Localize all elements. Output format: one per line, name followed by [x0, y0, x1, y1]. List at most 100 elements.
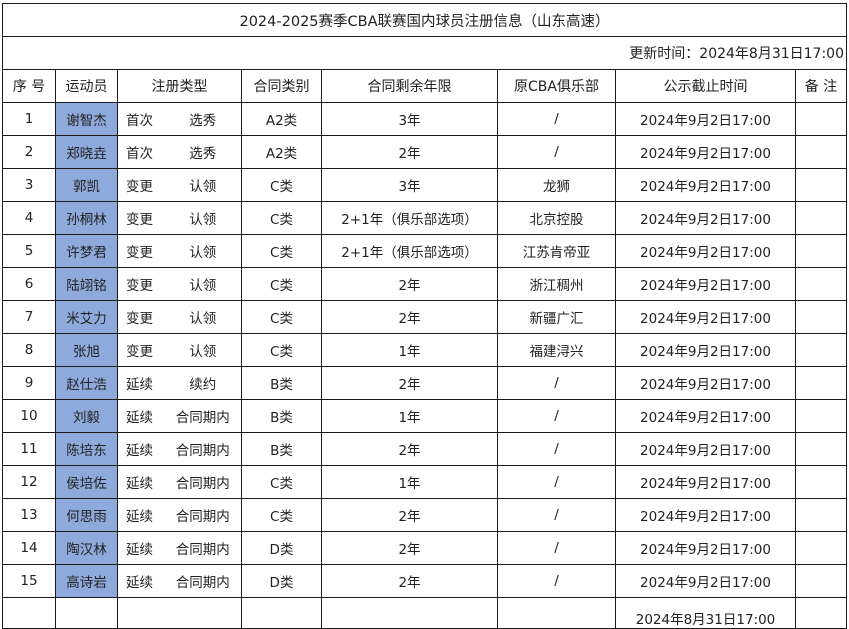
cell-deadline: 2024年8月31日17:00	[615, 597, 796, 629]
cell-reg-subtype: 认领	[164, 168, 242, 202]
cell-reg-subtype: 认领	[164, 333, 242, 367]
cell-index: 14	[2, 531, 56, 565]
cell-deadline: 2024年9月2日17:00	[615, 531, 796, 565]
header-notes: 备 注	[795, 69, 847, 103]
cell-player-name: 郑晓垚	[55, 135, 118, 169]
cell-reg-subtype: 合同期内	[164, 432, 242, 466]
cell-empty	[117, 597, 165, 629]
cell-contract-type: B类	[241, 432, 322, 466]
table-row: 9 赵仕浩 延续 续约 B类 2年/2024年9月2日17:00	[2, 366, 847, 400]
cell-reg-category: 延续	[117, 564, 165, 598]
cell-years-left: 2年	[321, 267, 498, 301]
cell-years-left: 3年	[321, 168, 498, 202]
cell-reg-category: 延续	[117, 432, 165, 466]
cell-contract-type: C类	[241, 267, 322, 301]
cell-reg-category: 首次	[117, 135, 165, 169]
cell-reg-subtype: 选秀	[164, 135, 242, 169]
cell-index: 11	[2, 432, 56, 466]
cell-note	[795, 498, 847, 532]
cell-index: 15	[2, 564, 56, 598]
cell-contract-type: D类	[241, 564, 322, 598]
cell-reg-category: 延续	[117, 366, 165, 400]
cell-index: 6	[2, 267, 56, 301]
cell-reg-subtype: 续约	[164, 366, 242, 400]
header-index: 序 号	[2, 69, 56, 103]
header-reg-type: 注册类型	[117, 69, 242, 103]
header-years-left: 合同剩余年限	[321, 69, 498, 103]
cell-deadline: 2024年9月2日17:00	[615, 366, 796, 400]
cell-index: 10	[2, 399, 56, 433]
cell-empty	[55, 597, 118, 629]
header-contract-type: 合同类别	[241, 69, 322, 103]
cell-reg-subtype: 选秀	[164, 102, 242, 136]
cell-years-left: 1年	[321, 465, 498, 499]
cell-player-name: 陶汉林	[55, 531, 118, 565]
cell-index: 2	[2, 135, 56, 169]
cell-index: 1	[2, 102, 56, 136]
header-row: 序 号 运动员 注册类型 合同类别 合同剩余年限 原CBA俱乐部 公示截止时间 …	[2, 69, 847, 103]
cell-player-name: 米艾力	[55, 300, 118, 334]
cell-years-left: 2年	[321, 300, 498, 334]
cell-years-left: 1年	[321, 333, 498, 367]
cell-index: 4	[2, 201, 56, 235]
cell-reg-category: 变更	[117, 267, 165, 301]
table-row: 8 张旭 变更 认领 C类 1年 福建浔兴 2024年9月2日17:00	[2, 333, 847, 367]
cell-note	[795, 465, 847, 499]
table-row: 14 陶汉林 延续 合同期内 D类 2年/2024年9月2日17:00	[2, 531, 847, 565]
cell-note	[795, 432, 847, 466]
cell-years-left: 2+1年（俱乐部选项）	[321, 234, 498, 268]
cell-player-name: 孙桐林	[55, 201, 118, 235]
table-row: 15 高诗岩 延续 合同期内 D类 2年/2024年9月2日17:00	[2, 564, 847, 598]
cell-former-club: /	[497, 531, 616, 565]
cell-contract-type: C类	[241, 201, 322, 235]
table-row: 12 侯培佐 延续 合同期内 C类 1年/2024年9月2日17:00	[2, 465, 847, 499]
cell-player-name: 陆翊铭	[55, 267, 118, 301]
cell-empty	[2, 597, 56, 629]
cell-note	[795, 399, 847, 433]
cell-empty	[795, 597, 847, 629]
cell-deadline: 2024年9月2日17:00	[615, 135, 796, 169]
cell-empty	[497, 597, 616, 629]
cell-years-left: 1年	[321, 399, 498, 433]
cell-reg-subtype: 合同期内	[164, 531, 242, 565]
table-row: 11 陈培东 延续 合同期内 B类 2年/2024年9月2日17:00	[2, 432, 847, 466]
cell-years-left: 3年	[321, 102, 498, 136]
cell-player-name: 何思雨	[55, 498, 118, 532]
update-time: 更新时间：2024年8月31日17:00	[2, 36, 847, 70]
cell-player-name: 赵仕浩	[55, 366, 118, 400]
cell-years-left: 2年	[321, 135, 498, 169]
cell-note	[795, 531, 847, 565]
cell-contract-type: A2类	[241, 102, 322, 136]
cell-reg-category: 延续	[117, 531, 165, 565]
table-row: 10 刘毅 延续 合同期内 B类 1年/2024年9月2日17:00	[2, 399, 847, 433]
cell-deadline: 2024年9月2日17:00	[615, 498, 796, 532]
cell-deadline: 2024年9月2日17:00	[615, 333, 796, 367]
table-row: 2 郑晓垚 首次 选秀 A2类 2年/2024年9月2日17:00	[2, 135, 847, 169]
table-row: 5 许梦君 变更 认领 C类 2+1年（俱乐部选项） 江苏肯帝亚 2024年9月2日17:00	[2, 234, 847, 268]
cell-note	[795, 300, 847, 334]
cell-deadline: 2024年9月2日17:00	[615, 168, 796, 202]
cell-reg-subtype: 合同期内	[164, 564, 242, 598]
cell-reg-subtype: 认领	[164, 234, 242, 268]
cell-note	[795, 564, 847, 598]
cell-former-club: /	[497, 399, 616, 433]
cell-player-name: 陈培东	[55, 432, 118, 466]
cell-index: 8	[2, 333, 56, 367]
cell-reg-category: 变更	[117, 168, 165, 202]
cell-former-club: /	[497, 498, 616, 532]
cell-reg-subtype: 认领	[164, 201, 242, 235]
cell-reg-category: 延续	[117, 399, 165, 433]
cell-player-name: 高诗岩	[55, 564, 118, 598]
cell-index: 13	[2, 498, 56, 532]
cell-index: 3	[2, 168, 56, 202]
cell-player-name: 郭凯	[55, 168, 118, 202]
cell-former-club: 福建浔兴	[497, 333, 616, 367]
cell-index: 7	[2, 300, 56, 334]
cell-former-club: 北京控股	[497, 201, 616, 235]
cell-former-club: /	[497, 432, 616, 466]
cell-contract-type: B类	[241, 399, 322, 433]
cell-former-club: /	[497, 135, 616, 169]
cell-reg-category: 变更	[117, 201, 165, 235]
cell-note	[795, 333, 847, 367]
table-row-partial: 2024年8月31日17:00	[2, 597, 847, 629]
